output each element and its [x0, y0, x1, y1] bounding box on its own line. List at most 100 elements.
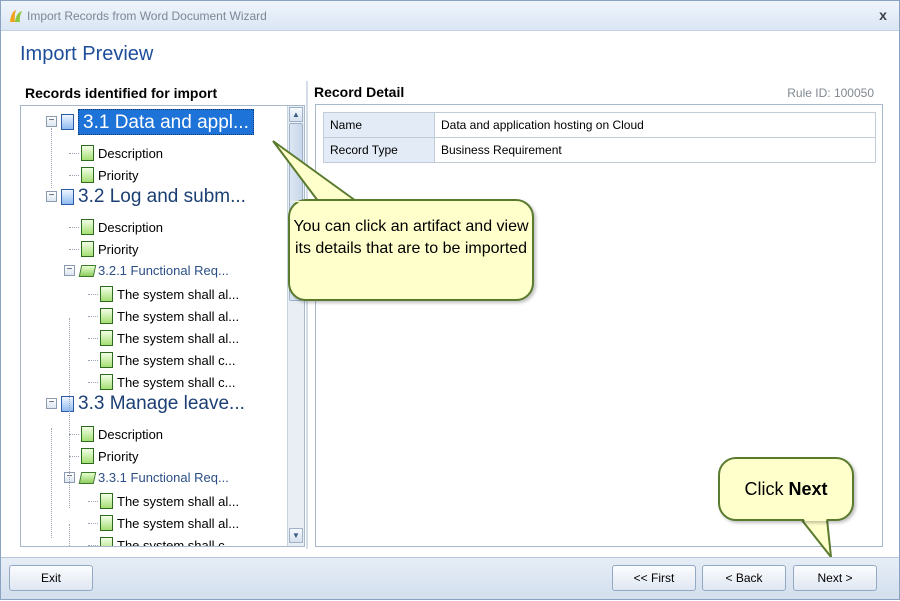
tree-connector: [51, 128, 52, 188]
tree-node[interactable]: The system shall al...: [21, 490, 289, 512]
tree-node-label: Priority: [98, 242, 139, 257]
tree-connector: [69, 456, 79, 457]
tree-scrollbar[interactable]: ▲ ▼: [287, 106, 304, 546]
tree-connector: [88, 360, 98, 361]
back-button[interactable]: < Back: [702, 565, 786, 591]
green-doc-icon: [100, 352, 113, 368]
next-tip-bold: Next: [788, 479, 828, 499]
tree-node[interactable]: The system shall al...: [21, 305, 289, 327]
detail-key: Record Type: [323, 137, 435, 163]
tree-node[interactable]: Description: [21, 423, 289, 445]
detail-row: Record Type Business Requirement: [323, 137, 876, 163]
collapse-toggle-icon[interactable]: −: [46, 116, 57, 127]
first-button-label: << First: [633, 571, 675, 585]
green-doc-icon: [81, 426, 94, 442]
tree-connector: [88, 523, 98, 524]
tree-node[interactable]: Description: [21, 216, 289, 238]
collapse-toggle-icon[interactable]: −: [64, 265, 75, 276]
tree-node[interactable]: − 3.2 Log and subm...: [21, 186, 289, 208]
scroll-down-arrow-icon[interactable]: ▼: [289, 528, 303, 543]
tree-node-label: 3.3.1 Functional Req...: [98, 470, 229, 485]
tree-node[interactable]: The system shall al...: [21, 512, 289, 534]
records-tree[interactable]: − 3.1 Data and appl... Description Priority…: [21, 106, 289, 546]
collapse-toggle-icon[interactable]: −: [46, 191, 57, 202]
wizard-footer: Exit << First < Back Next >: [1, 557, 899, 599]
tree-connector: [69, 434, 79, 435]
tree-node-label: The system shall al...: [117, 494, 240, 509]
record-detail-table: Name Data and application hosting on Clo…: [323, 112, 876, 163]
tree-node[interactable]: Priority: [21, 238, 289, 260]
exit-button-label: Exit: [40, 571, 61, 585]
tree-node-label: The system shall c...: [117, 353, 236, 368]
tree-connector: [69, 227, 79, 228]
green-doc-icon: [100, 515, 113, 531]
back-button-label: < Back: [725, 571, 763, 585]
tree-node-label: The system shall al...: [117, 516, 240, 531]
record-detail-header: Record Detail: [314, 84, 405, 100]
tree-node[interactable]: Priority: [21, 164, 289, 186]
detail-key: Name: [323, 112, 435, 138]
tree-node[interactable]: − 3.2.1 Functional Req...: [21, 260, 289, 282]
close-icon[interactable]: x: [875, 7, 891, 23]
tree-connector: [69, 524, 70, 546]
wizard-window: Import Records from Word Document Wizard…: [0, 0, 900, 600]
tree-node-label: The system shall al...: [117, 331, 240, 346]
records-tree-panel: − 3.1 Data and appl... Description Priority…: [20, 105, 305, 547]
tree-node[interactable]: The system shall c...: [21, 349, 289, 371]
scroll-up-arrow-icon[interactable]: ▲: [289, 107, 303, 122]
next-tip-callout: Click Next: [718, 457, 854, 521]
blue-doc-icon: [61, 189, 74, 205]
tree-node-label: The system shall al...: [117, 287, 240, 302]
detail-value: Business Requirement: [434, 137, 876, 163]
green-doc-icon: [81, 219, 94, 235]
green-doc-icon: [100, 374, 113, 390]
tree-connector: [88, 501, 98, 502]
tree-connector: [88, 316, 98, 317]
green-doc-icon: [100, 537, 113, 546]
title-bar: Import Records from Word Document Wizard…: [1, 1, 899, 31]
tree-node[interactable]: −3.3.1 Functional Req...: [21, 467, 289, 489]
tree-node-label: Description: [98, 427, 164, 442]
collapse-toggle-icon[interactable]: −: [46, 398, 57, 409]
tree-node[interactable]: Description: [21, 142, 289, 164]
tree-node-label: The system shall al...: [117, 309, 240, 324]
tree-node-label: 3.2 Log and subm...: [78, 186, 246, 207]
next-button-label: Next >: [817, 571, 853, 585]
next-button[interactable]: Next >: [793, 565, 877, 591]
green-doc-icon: [81, 145, 94, 161]
tree-node-selected[interactable]: − 3.1 Data and appl...: [21, 109, 289, 135]
tree-node-label: Description: [98, 146, 164, 161]
green-doc-icon: [81, 241, 94, 257]
tree-node-label: 3.2.1 Functional Req...: [98, 263, 229, 278]
tree-node-label: 3.3 Manage leave...: [78, 393, 245, 414]
tree-node[interactable]: The system shall c...: [21, 534, 289, 546]
tree-connector: [88, 294, 98, 295]
page-title: Import Preview: [20, 43, 154, 65]
tree-connector: [69, 318, 70, 508]
tree-node[interactable]: The system shall c...: [21, 371, 289, 393]
app-logo-icon: [10, 10, 22, 22]
green-doc-icon: [81, 448, 94, 464]
panel-splitter[interactable]: [306, 81, 308, 549]
tree-connector: [69, 175, 79, 176]
artifact-tip-callout: You can click an artifact and view its d…: [288, 199, 534, 301]
green-doc-icon: [100, 286, 113, 302]
green-folder-icon: [78, 265, 97, 277]
tree-node-label: 3.1 Data and appl...: [78, 109, 254, 135]
detail-value: Data and application hosting on Cloud: [434, 112, 876, 138]
tree-node[interactable]: − 3.3 Manage leave...: [21, 393, 289, 415]
tree-node[interactable]: The system shall al...: [21, 327, 289, 349]
detail-row: Name Data and application hosting on Clo…: [323, 112, 876, 138]
rule-id-label: Rule ID: 100050: [787, 86, 874, 100]
exit-button[interactable]: Exit: [9, 565, 93, 591]
tree-node-label: Priority: [98, 449, 139, 464]
green-folder-icon: [78, 472, 97, 484]
green-doc-icon: [81, 167, 94, 183]
tree-node[interactable]: Priority: [21, 445, 289, 467]
tree-node-label: Priority: [98, 168, 139, 183]
blue-doc-icon: [61, 396, 74, 412]
tree-node[interactable]: The system shall al...: [21, 283, 289, 305]
first-button[interactable]: << First: [612, 565, 696, 591]
tree-connector: [69, 153, 79, 154]
tree-connector: [51, 428, 52, 538]
